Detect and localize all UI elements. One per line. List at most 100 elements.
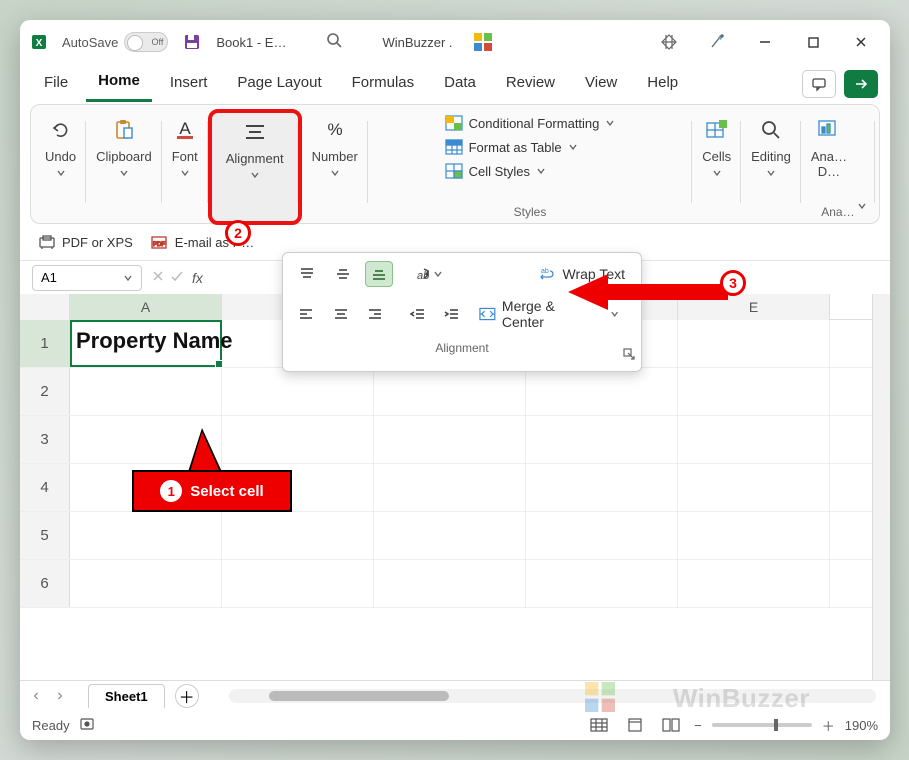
ribbon-collapse-button[interactable] bbox=[851, 195, 873, 217]
tab-page-layout[interactable]: Page Layout bbox=[225, 68, 333, 101]
cell[interactable] bbox=[526, 416, 678, 463]
row-header-6[interactable]: 6 bbox=[20, 560, 70, 607]
cell[interactable] bbox=[526, 368, 678, 415]
row-header-4[interactable]: 4 bbox=[20, 464, 70, 511]
increase-indent-button[interactable] bbox=[439, 301, 465, 327]
editing-button[interactable]: Editing bbox=[751, 111, 791, 178]
tab-formulas[interactable]: Formulas bbox=[340, 68, 427, 101]
cell[interactable] bbox=[70, 560, 222, 607]
tab-file[interactable]: File bbox=[32, 68, 80, 101]
row-header-5[interactable]: 5 bbox=[20, 512, 70, 559]
cell[interactable] bbox=[222, 512, 374, 559]
cell[interactable] bbox=[374, 416, 526, 463]
view-normal-button[interactable] bbox=[586, 715, 612, 735]
font-button[interactable]: A Font bbox=[172, 111, 198, 178]
view-page-layout-button[interactable] bbox=[622, 715, 648, 735]
cell[interactable] bbox=[526, 512, 678, 559]
orientation-button[interactable]: ab bbox=[411, 265, 443, 283]
cell-a1[interactable]: Property Name bbox=[70, 320, 222, 367]
row-header-3[interactable]: 3 bbox=[20, 416, 70, 463]
pdf-xps-button[interactable]: PDF or XPS bbox=[34, 231, 137, 253]
add-sheet-button[interactable]: ＋ bbox=[175, 684, 199, 708]
cell[interactable] bbox=[222, 560, 374, 607]
cell[interactable] bbox=[374, 464, 526, 511]
format-as-table-button[interactable]: Format as Table bbox=[441, 137, 620, 157]
comments-button[interactable] bbox=[802, 70, 836, 98]
align-top-button[interactable] bbox=[293, 261, 321, 287]
col-header-a[interactable]: A bbox=[70, 294, 222, 320]
cell[interactable] bbox=[70, 512, 222, 559]
clipboard-button[interactable]: Clipboard bbox=[96, 111, 152, 178]
zoom-slider[interactable] bbox=[712, 723, 812, 727]
cell[interactable] bbox=[222, 416, 374, 463]
decrease-indent-button[interactable] bbox=[404, 301, 430, 327]
sheet-nav-buttons[interactable]: ‹› bbox=[26, 687, 70, 705]
sheet-tab-1[interactable]: Sheet1 bbox=[88, 684, 165, 708]
account-avatar-icon[interactable] bbox=[471, 30, 495, 54]
align-center-button[interactable] bbox=[327, 301, 353, 327]
chevron-down-icon bbox=[766, 168, 776, 178]
cancel-formula-icon[interactable] bbox=[152, 269, 164, 287]
cell[interactable] bbox=[678, 416, 830, 463]
autosave-control[interactable]: AutoSave Off bbox=[62, 32, 168, 52]
save-button[interactable] bbox=[178, 28, 206, 56]
cell[interactable] bbox=[222, 368, 374, 415]
cell[interactable] bbox=[70, 368, 222, 415]
zoom-out-button[interactable]: − bbox=[694, 718, 702, 733]
editing-label: Editing bbox=[751, 149, 791, 164]
close-button[interactable] bbox=[838, 26, 884, 58]
conditional-formatting-button[interactable]: Conditional Formatting bbox=[441, 113, 620, 133]
align-right-button[interactable] bbox=[362, 301, 388, 327]
cell[interactable] bbox=[526, 560, 678, 607]
cell[interactable] bbox=[374, 512, 526, 559]
zoom-level[interactable]: 190% bbox=[845, 718, 878, 733]
undo-button[interactable]: Undo bbox=[45, 111, 76, 178]
premium-icon[interactable] bbox=[646, 26, 692, 58]
autosave-toggle[interactable]: Off bbox=[124, 32, 168, 52]
minimize-button[interactable] bbox=[742, 26, 788, 58]
cell[interactable] bbox=[678, 560, 830, 607]
zoom-in-button[interactable]: ＋ bbox=[822, 716, 835, 735]
alignment-button[interactable]: Alignment bbox=[226, 113, 284, 180]
view-page-break-button[interactable] bbox=[658, 715, 684, 735]
cell[interactable] bbox=[678, 368, 830, 415]
maximize-button[interactable] bbox=[790, 26, 836, 58]
cell[interactable] bbox=[678, 512, 830, 559]
share-button[interactable] bbox=[844, 70, 878, 98]
horizontal-scrollbar[interactable] bbox=[229, 689, 876, 703]
cell[interactable] bbox=[678, 464, 830, 511]
analyze-button[interactable]: Ana… D… bbox=[811, 111, 847, 179]
font-label: Font bbox=[172, 149, 198, 164]
tab-help[interactable]: Help bbox=[635, 68, 690, 101]
macro-record-icon[interactable] bbox=[80, 717, 98, 734]
align-bottom-button[interactable] bbox=[365, 261, 393, 287]
row-header-1[interactable]: 1 bbox=[20, 320, 70, 367]
alignment-dialog-launcher[interactable] bbox=[623, 347, 635, 365]
fx-icon[interactable]: fx bbox=[192, 270, 203, 286]
coming-soon-icon[interactable] bbox=[694, 26, 740, 58]
cell-styles-button[interactable]: Cell Styles bbox=[441, 161, 620, 181]
row-header-2[interactable]: 2 bbox=[20, 368, 70, 415]
align-middle-button[interactable] bbox=[329, 261, 357, 287]
cell[interactable] bbox=[526, 464, 678, 511]
tab-insert[interactable]: Insert bbox=[158, 68, 220, 101]
cell[interactable] bbox=[374, 368, 526, 415]
number-button[interactable]: % Number bbox=[312, 111, 358, 178]
tab-review[interactable]: Review bbox=[494, 68, 567, 101]
annotation-badge-3: 3 bbox=[720, 270, 746, 296]
cell[interactable] bbox=[678, 320, 830, 367]
align-left-button[interactable] bbox=[293, 301, 319, 327]
zoom-slider-thumb[interactable] bbox=[774, 719, 778, 731]
tab-view[interactable]: View bbox=[573, 68, 629, 101]
select-all-corner[interactable] bbox=[20, 294, 70, 320]
vertical-scrollbar[interactable] bbox=[872, 294, 890, 680]
horizontal-scroll-thumb[interactable] bbox=[269, 691, 449, 701]
tab-home[interactable]: Home bbox=[86, 66, 152, 102]
cells-button[interactable]: Cells bbox=[702, 111, 731, 178]
search-icon[interactable] bbox=[326, 32, 342, 53]
name-box[interactable]: A1 bbox=[32, 265, 142, 291]
svg-text:ab: ab bbox=[541, 268, 549, 275]
tab-data[interactable]: Data bbox=[432, 68, 488, 101]
cell[interactable] bbox=[374, 560, 526, 607]
enter-formula-icon[interactable] bbox=[170, 269, 184, 287]
